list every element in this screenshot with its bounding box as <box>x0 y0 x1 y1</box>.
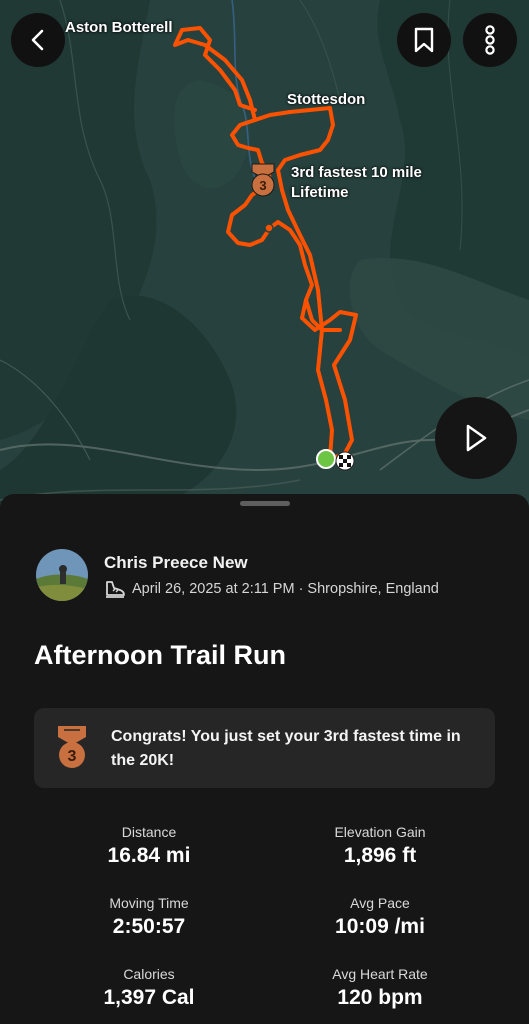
more-vertical-icon <box>485 25 495 55</box>
place-label-aston-botterell: Aston Botterell <box>65 19 173 36</box>
athlete-name[interactable]: Chris Preece New <box>104 553 248 573</box>
stat-value: 10:09 /mi <box>335 915 425 938</box>
stat-distance: Distance 16.84 mi <box>34 824 264 868</box>
activity-details-sheet: Chris Preece New April 26, 2025 at 2:11 … <box>0 494 529 1024</box>
svg-text:3: 3 <box>259 178 266 193</box>
stat-calories: Calories 1,397 Cal <box>34 966 264 1010</box>
start-marker <box>316 449 336 469</box>
chevron-left-icon <box>31 29 44 51</box>
bookmark-button[interactable] <box>397 13 451 67</box>
achievement-card[interactable]: 3 Congrats! You just set your 3rd fastes… <box>34 708 495 788</box>
activity-date-location: April 26, 2025 at 2:11 PM · Shropshire, … <box>132 581 439 597</box>
play-icon <box>466 424 487 452</box>
activity-title: Afternoon Trail Run <box>34 640 286 670</box>
map-medal-icon[interactable]: 3 <box>248 162 278 203</box>
map-achievement-line1: 3rd fastest 10 mile <box>291 164 422 181</box>
stat-label: Elevation Gain <box>334 824 426 840</box>
stat-value: 16.84 mi <box>107 844 191 867</box>
map-achievement-label: 3rd fastest 10 mile Lifetime <box>291 163 422 203</box>
map-achievement-line2: Lifetime <box>291 184 349 201</box>
stat-avg-heart-rate: Avg Heart Rate 120 bpm <box>265 966 495 1010</box>
bronze-medal-icon: 3 <box>52 724 92 775</box>
more-options-button[interactable] <box>463 13 517 67</box>
stat-avg-pace: Avg Pace 10:09 /mi <box>265 895 495 939</box>
bookmark-icon <box>414 27 434 53</box>
stat-value: 1,397 Cal <box>103 986 195 1009</box>
achievement-text: Congrats! You just set your 3rd fastest … <box>111 728 461 769</box>
stat-value: 1,896 ft <box>343 844 417 867</box>
route-map[interactable]: Aston Botterell Stottesdon 3rd fastest 1… <box>0 0 529 520</box>
sheet-drag-handle[interactable] <box>240 501 290 506</box>
stat-value: 120 bpm <box>337 986 423 1009</box>
activity-meta: April 26, 2025 at 2:11 PM · Shropshire, … <box>104 579 439 599</box>
stat-label: Moving Time <box>109 895 189 911</box>
stat-label: Calories <box>123 966 175 982</box>
stat-elevation-gain: Elevation Gain 1,896 ft <box>265 824 495 868</box>
play-flyover-button[interactable] <box>435 397 517 479</box>
stat-moving-time: Moving Time 2:50:57 <box>34 895 264 939</box>
place-label-stottesdon: Stottesdon <box>287 91 366 108</box>
finish-flag-marker <box>335 451 355 471</box>
stat-value: 2:50:57 <box>112 915 186 938</box>
running-shoe-icon <box>104 579 126 599</box>
stat-label: Avg Heart Rate <box>332 966 428 982</box>
stat-label: Distance <box>121 824 177 840</box>
back-button[interactable] <box>11 13 65 67</box>
stat-label: Avg Pace <box>350 895 410 911</box>
svg-text:3: 3 <box>68 748 77 765</box>
avatar[interactable] <box>36 549 88 601</box>
